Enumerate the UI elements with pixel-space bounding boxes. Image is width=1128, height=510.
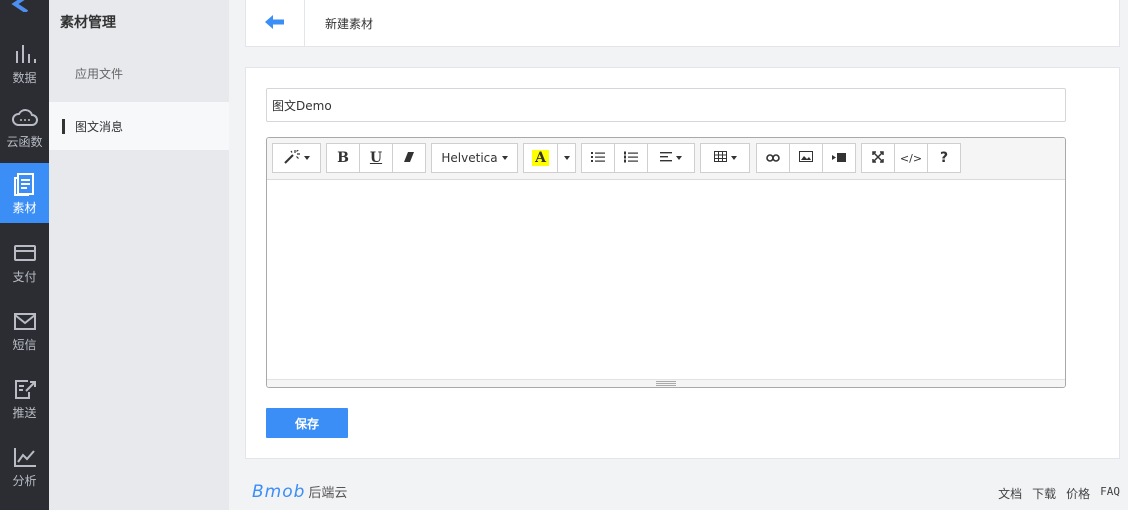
- subnav-title: 素材管理: [60, 15, 116, 31]
- subnav-item-app-files[interactable]: 应用文件: [49, 49, 229, 97]
- insert-video-button[interactable]: [822, 143, 856, 173]
- link-icon: [766, 151, 780, 165]
- table-dropdown-button[interactable]: [700, 143, 750, 173]
- bullet-list-icon: [591, 151, 605, 166]
- highlight-color-button[interactable]: A: [523, 143, 558, 173]
- chevron-down-icon: [730, 156, 737, 160]
- underline-button[interactable]: U: [359, 143, 393, 173]
- line-chart-icon: [12, 444, 38, 470]
- subnav-item-label: 应用文件: [75, 66, 124, 81]
- bullet-list-button[interactable]: [581, 143, 615, 173]
- chevron-down-icon: [303, 156, 310, 160]
- question-icon: ?: [939, 150, 949, 166]
- nav-item-label: 云函数: [6, 135, 43, 149]
- nav-item-label: 短信: [12, 338, 37, 352]
- fullscreen-icon: [872, 150, 884, 166]
- bold-icon: B: [337, 150, 349, 166]
- nav-item-cloud-functions[interactable]: 云函数: [0, 97, 49, 159]
- editor-resize-handle[interactable]: [267, 379, 1065, 387]
- font-name-label: Helvetica: [441, 151, 498, 165]
- back-button[interactable]: [246, 0, 305, 46]
- paragraph-align-dropdown[interactable]: [647, 143, 695, 173]
- footer-link-faq[interactable]: FAQ: [1100, 485, 1120, 502]
- brand-name-cn: 后端云: [308, 486, 348, 501]
- footer-logo[interactable]: Bmob 后端云: [252, 482, 347, 502]
- editor-content-area[interactable]: [267, 180, 1065, 379]
- arrow-left-icon: [265, 14, 285, 33]
- footer-link-docs[interactable]: 文档: [998, 485, 1022, 502]
- footer-links: 文档 下载 价格 FAQ: [998, 485, 1120, 502]
- help-button[interactable]: ?: [927, 143, 961, 173]
- code-view-button[interactable]: </>: [894, 143, 928, 173]
- page-header: 新建素材: [245, 0, 1120, 47]
- editor-toolbar: B U Helvetica A </> ?: [267, 138, 1065, 180]
- numbered-list-button[interactable]: [614, 143, 648, 173]
- edit-export-icon: [12, 376, 38, 402]
- magic-wand-icon: [283, 148, 300, 167]
- clear-format-button[interactable]: [392, 143, 426, 173]
- grip-icon: [656, 381, 676, 386]
- highlight-letter-icon: A: [532, 150, 549, 166]
- nav-item-label: 分析: [12, 474, 37, 488]
- style-dropdown-button[interactable]: [272, 143, 321, 173]
- footer-link-pricing[interactable]: 价格: [1066, 485, 1090, 502]
- color-dropdown-button[interactable]: [557, 143, 576, 173]
- material-subnav: 素材管理 应用文件 图文消息: [49, 0, 229, 510]
- font-family-dropdown[interactable]: Helvetica: [431, 143, 518, 173]
- footer-link-download[interactable]: 下载: [1032, 485, 1056, 502]
- image-icon: [799, 151, 813, 165]
- nav-item-data[interactable]: 数据: [0, 33, 49, 95]
- collapse-arrow-icon[interactable]: [0, 0, 49, 14]
- fullscreen-button[interactable]: [861, 143, 895, 173]
- numbered-list-icon: [624, 151, 638, 166]
- page-title: 新建素材: [325, 17, 374, 31]
- nav-item-sms[interactable]: 短信: [0, 300, 49, 362]
- chevron-down-icon: [676, 156, 682, 160]
- bold-button[interactable]: B: [326, 143, 360, 173]
- nav-item-payment[interactable]: 支付: [0, 232, 49, 294]
- insert-image-button[interactable]: [789, 143, 823, 173]
- nav-item-push[interactable]: 推送: [0, 368, 49, 430]
- nav-item-label: 推送: [12, 406, 37, 420]
- main-nav-rail: 数据 云函数 素材 支付 短信 推送 分析: [0, 0, 49, 510]
- subnav-item-rich-messages[interactable]: 图文消息: [49, 102, 229, 150]
- eraser-icon: [403, 151, 415, 166]
- nav-item-label: 支付: [12, 270, 37, 284]
- bar-chart-icon: [12, 41, 38, 67]
- cloud-icon: [11, 105, 38, 131]
- table-icon: [713, 151, 727, 165]
- rich-text-editor: B U Helvetica A </> ?: [266, 137, 1066, 388]
- chevron-down-icon: [501, 156, 508, 160]
- nav-item-materials[interactable]: 素材: [0, 163, 49, 223]
- nav-item-label: 素材: [12, 201, 37, 215]
- document-icon: [12, 171, 38, 197]
- save-button[interactable]: 保存: [266, 408, 348, 438]
- underline-icon: U: [369, 150, 383, 166]
- align-left-icon: [660, 151, 672, 165]
- nav-item-analytics[interactable]: 分析: [0, 436, 49, 498]
- chevron-down-icon: [563, 156, 570, 160]
- code-icon: </>: [899, 151, 923, 165]
- material-form-card: B U Helvetica A: [245, 67, 1120, 459]
- video-icon: [832, 151, 846, 165]
- brand-name: Bmob: [252, 482, 306, 502]
- active-indicator: [62, 118, 65, 134]
- mail-icon: [12, 308, 38, 334]
- credit-card-icon: [12, 240, 38, 266]
- nav-item-label: 数据: [12, 71, 37, 85]
- insert-link-button[interactable]: [756, 143, 790, 173]
- subnav-item-label: 图文消息: [75, 119, 124, 134]
- title-input[interactable]: [266, 88, 1066, 122]
